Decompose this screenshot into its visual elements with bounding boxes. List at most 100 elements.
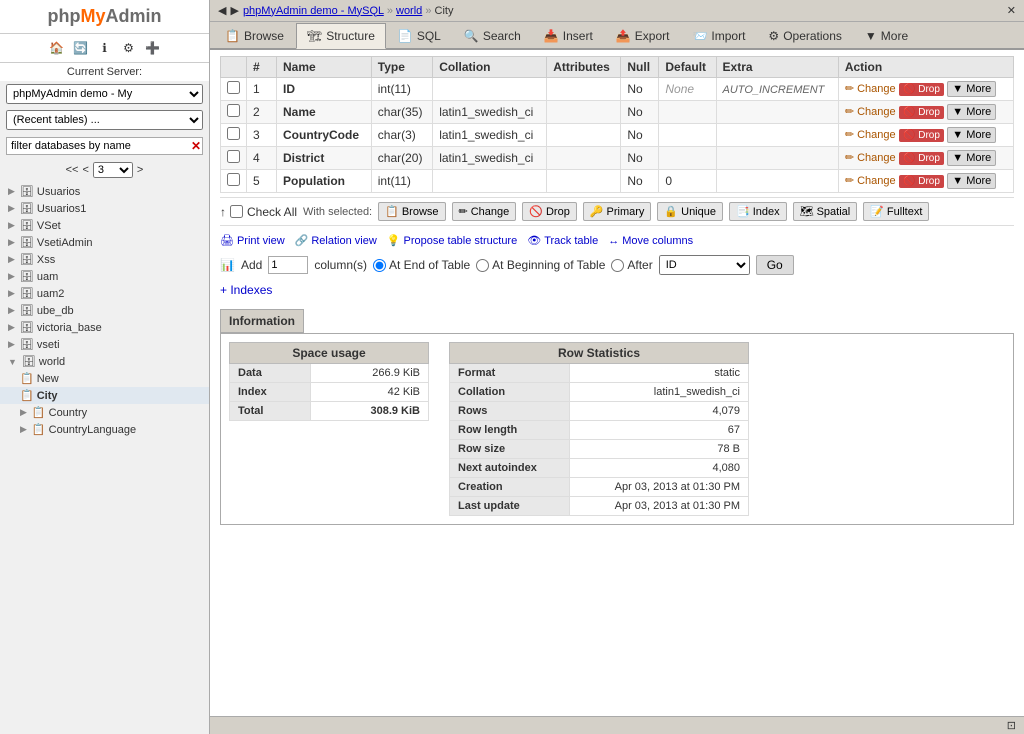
info-icon[interactable]: ℹ xyxy=(95,38,115,58)
add-column-input[interactable] xyxy=(268,256,308,274)
drop-button[interactable]: 🚫 Drop xyxy=(899,129,944,142)
col-header-extra: Extra xyxy=(716,57,838,78)
drop-button[interactable]: 🚫 Drop xyxy=(899,106,944,119)
tree-item-new[interactable]: 📋 New xyxy=(0,370,209,387)
more-dropdown-button[interactable]: ▼ More xyxy=(947,173,996,189)
check-all-checkbox[interactable] xyxy=(230,205,243,218)
with-selected-unique[interactable]: 🔒 Unique xyxy=(657,202,723,221)
with-selected-change[interactable]: ✏ Change xyxy=(452,202,517,221)
tree-item-vseti[interactable]: ▶ 🗄 vseti xyxy=(0,336,209,353)
drop-button[interactable]: 🚫 Drop xyxy=(899,152,944,165)
db-icon: 🗄 xyxy=(22,355,36,368)
tree-item-victoria[interactable]: ▶ 🗄 victoria_base xyxy=(0,319,209,336)
tab-search[interactable]: 🔍 Search xyxy=(453,22,532,48)
tab-import[interactable]: 📨 Import xyxy=(681,22,756,48)
tree-item-ube-db[interactable]: ▶ 🗄 ube_db xyxy=(0,302,209,319)
tree-item-city[interactable]: 📋 City xyxy=(0,387,209,404)
propose-table-link[interactable]: 💡 Propose table structure xyxy=(387,234,517,247)
row-actions: ✏ Change 🚫 Drop ▼ More xyxy=(838,78,1013,101)
change-button[interactable]: ✏ Change xyxy=(845,151,896,164)
row-checkbox[interactable] xyxy=(227,81,240,94)
row-default: 0 xyxy=(659,170,716,193)
information-panel-header[interactable]: Information xyxy=(220,309,304,333)
tab-more[interactable]: ▼ More xyxy=(854,22,919,48)
more-dropdown-button[interactable]: ▼ More xyxy=(947,104,996,120)
move-columns-link[interactable]: ↔ Move columns xyxy=(608,235,693,247)
page-select[interactable]: 3 xyxy=(93,162,133,178)
go-button[interactable]: Go xyxy=(756,255,794,275)
drop-button[interactable]: 🚫 Drop xyxy=(899,175,944,188)
at-beginning-radio[interactable] xyxy=(476,259,489,272)
tree-item-uam[interactable]: ▶ 🗄 uam xyxy=(0,268,209,285)
filter-input[interactable] xyxy=(6,137,203,155)
filter-clear-button[interactable]: ✕ xyxy=(191,139,201,153)
index-value: 42 KiB xyxy=(311,383,429,402)
change-button[interactable]: ✏ Change xyxy=(845,105,896,118)
more-dropdown-button[interactable]: ▼ More xyxy=(947,81,996,97)
print-view-link[interactable]: 🖨 Print view xyxy=(220,234,285,247)
tree-item-vsetiadmin[interactable]: ▶ 🗄 VsetiAdmin xyxy=(0,234,209,251)
after-radio[interactable] xyxy=(611,259,624,272)
with-selected-fulltext[interactable]: 📝 Fulltext xyxy=(863,202,929,221)
close-button[interactable]: ✕ xyxy=(1007,4,1016,17)
recent-tables-select[interactable]: (Recent tables) ... xyxy=(6,110,203,130)
with-selected-index[interactable]: 📑 Index xyxy=(729,202,787,221)
tree-label: victoria_base xyxy=(37,322,102,334)
tab-search-label: Search xyxy=(483,29,521,43)
tab-sql[interactable]: 📄 SQL xyxy=(387,22,452,48)
row-checkbox[interactable] xyxy=(227,127,240,140)
stat-row: Last update Apr 03, 2013 at 01:30 PM xyxy=(450,497,749,516)
row-extra: AUTO_INCREMENT xyxy=(716,78,838,101)
total-value: 308.9 KiB xyxy=(311,402,429,421)
server-select[interactable]: phpMyAdmin demo - My xyxy=(6,84,203,104)
tab-insert[interactable]: 📥 Insert xyxy=(533,22,604,48)
refresh-icon[interactable]: 🔄 xyxy=(71,38,91,58)
indexes-link[interactable]: + Indexes xyxy=(220,283,1014,297)
tab-export[interactable]: 📤 Export xyxy=(605,22,681,48)
tree-item-xss[interactable]: ▶ 🗄 Xss xyxy=(0,251,209,268)
more-dropdown-button[interactable]: ▼ More xyxy=(947,127,996,143)
tree-item-country[interactable]: ▶ 📋 Country xyxy=(0,404,209,421)
home-icon[interactable]: 🏠 xyxy=(47,38,67,58)
with-selected-primary[interactable]: 🔑 Primary xyxy=(583,202,652,221)
tree-item-vset[interactable]: ▶ 🗄 VSet xyxy=(0,217,209,234)
row-null: No xyxy=(621,147,659,170)
tree-item-world[interactable]: ▼ 🗄 world xyxy=(0,353,209,370)
breadcrumb-db[interactable]: world xyxy=(396,5,422,17)
new-icon[interactable]: ➕ xyxy=(143,38,163,58)
with-selected-drop[interactable]: 🚫 Drop xyxy=(522,202,577,221)
after-label[interactable]: After xyxy=(611,258,652,272)
tree-item-usuarios[interactable]: ▶ 🗄 Usuarios xyxy=(0,183,209,200)
relation-view-link[interactable]: 🔗 Relation view xyxy=(295,234,377,247)
change-button[interactable]: ✏ Change xyxy=(845,128,896,141)
expand-icon: ▶ xyxy=(20,424,27,435)
tree-item-countrylanguage[interactable]: ▶ 📋 CountryLanguage xyxy=(0,421,209,438)
stat-label: Row size xyxy=(450,440,570,459)
nav-forward-icon[interactable]: ▶ xyxy=(230,4,238,17)
row-checkbox[interactable] xyxy=(227,173,240,186)
track-table-link[interactable]: 👁 Track table xyxy=(527,234,598,247)
row-checkbox[interactable] xyxy=(227,104,240,117)
drop-button[interactable]: 🚫 Drop xyxy=(899,83,944,96)
nav-back-icon[interactable]: ◀ xyxy=(218,4,226,17)
change-button[interactable]: ✏ Change xyxy=(845,82,896,95)
change-button[interactable]: ✏ Change xyxy=(845,174,896,187)
prev-page-button[interactable]: << xyxy=(66,164,79,176)
at-end-radio[interactable] xyxy=(373,259,386,272)
row-checkbox[interactable] xyxy=(227,150,240,163)
breadcrumb-app[interactable]: phpMyAdmin demo - MySQL xyxy=(243,5,384,17)
tree-item-uam2[interactable]: ▶ 🗄 uam2 xyxy=(0,285,209,302)
stat-row: Format static xyxy=(450,364,749,383)
with-selected-spatial[interactable]: 🗺 Spatial xyxy=(793,202,858,221)
tab-operations[interactable]: ⚙ Operations xyxy=(757,22,852,48)
at-beginning-label[interactable]: At Beginning of Table xyxy=(476,258,605,272)
tab-browse[interactable]: 📋 Browse xyxy=(214,22,295,48)
after-column-select[interactable]: ID Name CountryCode District Population xyxy=(659,255,750,275)
with-selected-browse[interactable]: 📋 Browse xyxy=(378,202,445,221)
row-attributes xyxy=(547,101,621,124)
tab-structure[interactable]: 🏗 Structure xyxy=(296,23,386,49)
more-dropdown-button[interactable]: ▼ More xyxy=(947,150,996,166)
at-end-label[interactable]: At End of Table xyxy=(373,258,470,272)
tree-item-usuarios1[interactable]: ▶ 🗄 Usuarios1 xyxy=(0,200,209,217)
settings-icon[interactable]: ⚙ xyxy=(119,38,139,58)
